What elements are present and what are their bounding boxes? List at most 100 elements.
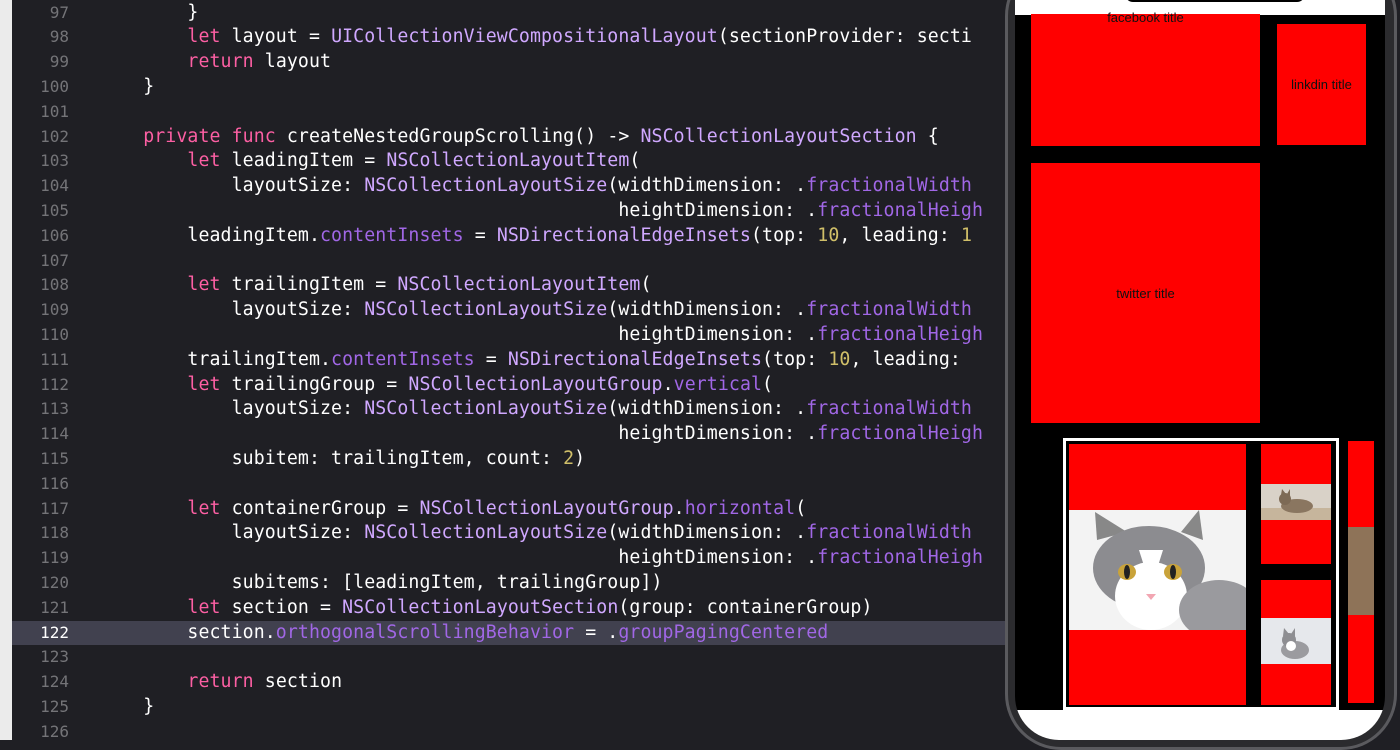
code-text: let layout = UICollectionViewComposition… [187,26,972,48]
code-text: layoutSize: NSCollectionLayoutSize(width… [99,522,972,544]
leading-item[interactable] [1069,444,1246,705]
line-number: 114 [40,424,69,444]
line-number: 126 [40,721,69,740]
code-line[interactable]: 126 [12,720,1010,740]
code-line[interactable]: 102 private func createNestedGroupScroll… [12,125,1010,150]
linkedin-cell[interactable]: linkdin title [1277,24,1366,145]
line-number: 108 [40,275,69,295]
code-text: } [99,1,199,23]
line-number: 103 [40,151,69,171]
code-line[interactable]: 104 layoutSize: NSCollectionLayoutSize(w… [12,174,1010,199]
code-line[interactable]: 119 heightDimension: .fractionalHeigh [12,546,1010,571]
code-line[interactable]: 109 layoutSize: NSCollectionLayoutSize(w… [12,298,1010,323]
home-indicator-area [1015,710,1385,740]
editor-left-border [0,0,12,740]
next-page-photo [1348,527,1374,615]
code-line[interactable]: 117 let containerGroup = NSCollectionLay… [12,497,1010,522]
facebook-cell-title: facebook title [1107,10,1184,25]
code-line[interactable]: 125 } [12,695,1010,720]
code-text: } [99,696,155,717]
code-editor[interactable]: 97 } 98 let layout = UICollectionViewComp… [0,0,1010,740]
code-text: section.orthogonalScrollingBehavior = .g… [99,621,829,643]
line-number: 125 [40,697,69,716]
code-text: let trailingGroup = NSCollectionLayoutGr… [187,373,774,395]
line-number: 100 [40,77,69,96]
code-text: subitems: [leadingItem, trailingGroup]) [99,572,663,593]
facebook-cell[interactable]: facebook title [1031,10,1260,146]
code-text: layoutSize: NSCollectionLayoutSize(width… [99,175,972,197]
code-line[interactable]: 100 } [12,75,1010,100]
cat-photo-small-2 [1261,618,1331,664]
code-line[interactable]: 118 layoutSize: NSCollectionLayoutSize(w… [12,521,1010,546]
code-line[interactable]: 120 subitems: [leadingItem, trailingGrou… [12,571,1010,596]
line-number: 119 [40,548,69,568]
line-number: 110 [40,325,69,344]
cat-photo-large [1069,510,1246,630]
line-number: 112 [40,374,69,394]
twitter-cell-title: twitter title [1116,286,1175,301]
code-line[interactable]: 106 leadingItem.contentInsets = NSDirect… [12,224,1010,249]
code-text: trailingItem.contentInsets = NSDirection… [99,348,961,370]
line-number: 122 [40,622,69,642]
line-number: 111 [40,349,69,369]
code-line[interactable]: 99 return layout [12,50,1010,75]
trailing-item-2[interactable] [1261,580,1331,705]
code-text: let section = NSCollectionLayoutSection(… [187,596,873,618]
code-line[interactable]: 105 heightDimension: .fractionalHeigh [12,199,1010,224]
code-line[interactable]: 123 [12,645,1010,670]
code-line[interactable]: 124 return section [12,670,1010,695]
code-text: heightDimension: .fractionalHeigh [99,547,983,569]
code-line[interactable]: 122 section.orthogonalScrollingBehavior … [12,620,1010,646]
code-line[interactable]: 113 layoutSize: NSCollectionLayoutSize(w… [12,397,1010,422]
nested-group-page[interactable] [1063,438,1339,710]
line-number: 124 [40,672,69,692]
cat-photo-small-1 [1261,484,1331,520]
trailing-item-1[interactable] [1261,444,1331,564]
line-number: 123 [40,647,69,667]
line-number: 116 [40,473,69,493]
line-number: 101 [40,101,69,121]
line-number: 105 [40,201,69,220]
code-line[interactable]: 116 [12,472,1010,497]
code-text: layoutSize: NSCollectionLayoutSize(width… [99,299,972,321]
line-number: 97 [49,2,69,22]
code-text: layoutSize: NSCollectionLayoutSize(width… [99,398,972,420]
code-text: } [99,76,155,97]
line-number: 115 [40,449,69,468]
phone-notch [1125,0,1305,2]
line-number: 117 [40,498,69,518]
simulator-screen[interactable]: facebook title linkdin title twitter tit… [1015,0,1385,740]
line-number: 118 [40,523,69,543]
code-line[interactable]: 112 let trailingGroup = NSCollectionLayo… [12,373,1010,398]
line-number: 104 [40,176,69,196]
code-line[interactable]: 114 heightDimension: .fractionalHeigh [12,422,1010,447]
line-number: 98 [49,27,69,47]
code-line[interactable]: 111 trailingItem.contentInsets = NSDirec… [12,348,1010,373]
code-text: private func createNestedGroupScrolling(… [143,125,939,147]
code-line[interactable]: 103 let leadingItem = NSCollectionLayout… [12,149,1010,174]
code-text: let containerGroup = NSCollectionLayoutG… [187,497,807,519]
code-line[interactable]: 97 } [12,1,1010,26]
line-number: 99 [49,52,69,72]
code-text: return layout [187,51,332,73]
line-number: 102 [40,126,69,146]
code-text: heightDimension: .fractionalHeigh [99,324,983,345]
code-line[interactable]: 108 let trailingItem = NSCollectionLayou… [12,273,1010,298]
code-line[interactable]: 98 let layout = UICollectionViewComposit… [12,25,1010,50]
code-text: return section [187,671,343,693]
twitter-cell[interactable]: twitter title [1031,163,1260,423]
line-number: 121 [40,597,69,617]
code-text: subitem: trailingItem, count: 2) [99,448,586,469]
code-line[interactable]: 101 [12,100,1010,125]
code-line[interactable]: 107 [12,249,1010,274]
linkedin-cell-title: linkdin title [1291,77,1352,92]
code-line[interactable]: 121 let section = NSCollectionLayoutSect… [12,596,1010,621]
code-line[interactable]: 110 heightDimension: .fractionalHeigh [12,323,1010,348]
code-text: let leadingItem = NSCollectionLayoutItem… [187,150,641,172]
line-number: 113 [40,399,69,419]
line-number: 120 [40,573,69,592]
code-text: leadingItem.contentInsets = NSDirectiona… [99,224,973,246]
line-number: 109 [40,300,69,320]
code-line[interactable]: 115 subitem: trailingItem, count: 2) [12,447,1010,472]
next-page-item[interactable] [1348,441,1374,703]
